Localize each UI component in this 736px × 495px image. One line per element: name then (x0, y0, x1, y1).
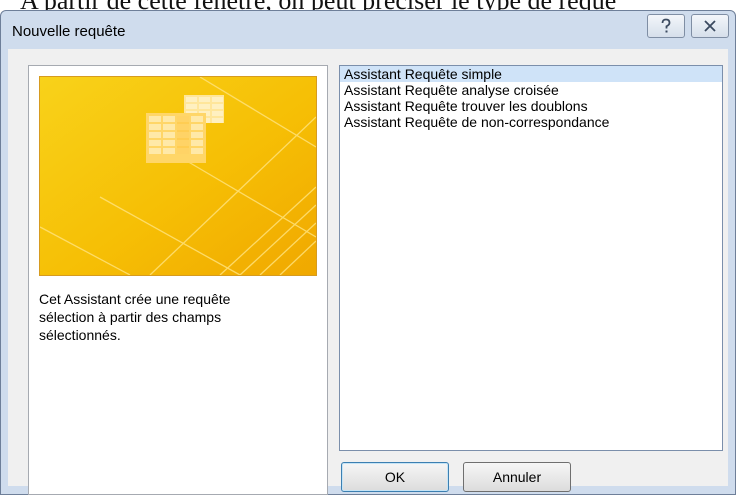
preview-pane: Cet Assistant crée une requête sélection… (28, 65, 328, 495)
dialog-title: Nouvelle requête (12, 23, 126, 40)
dialog-client-area: Cet Assistant crée une requête sélection… (8, 49, 728, 495)
ok-button[interactable]: OK (341, 462, 449, 492)
help-button[interactable] (647, 14, 685, 38)
question-mark-icon (660, 18, 672, 34)
wizard-description: Cet Assistant crée une requête sélection… (39, 291, 231, 343)
list-item[interactable]: Assistant Requête analyse croisée (340, 82, 722, 98)
close-x-icon (704, 20, 716, 32)
query-type-list[interactable]: Assistant Requête simple Assistant Requê… (339, 65, 723, 451)
list-item[interactable]: Assistant Requête trouver les doublons (340, 98, 722, 114)
dialog-titlebar: Nouvelle requête (1, 11, 735, 49)
wizard-preview-image (39, 76, 317, 276)
close-button[interactable] (691, 14, 729, 38)
new-query-dialog: Nouvelle requête Cet Assistant crée une … (0, 10, 736, 495)
list-item[interactable]: Assistant Requête de non-correspondance (340, 114, 722, 130)
list-item[interactable]: Assistant Requête simple (340, 66, 722, 82)
cancel-button[interactable]: Annuler (463, 462, 571, 492)
